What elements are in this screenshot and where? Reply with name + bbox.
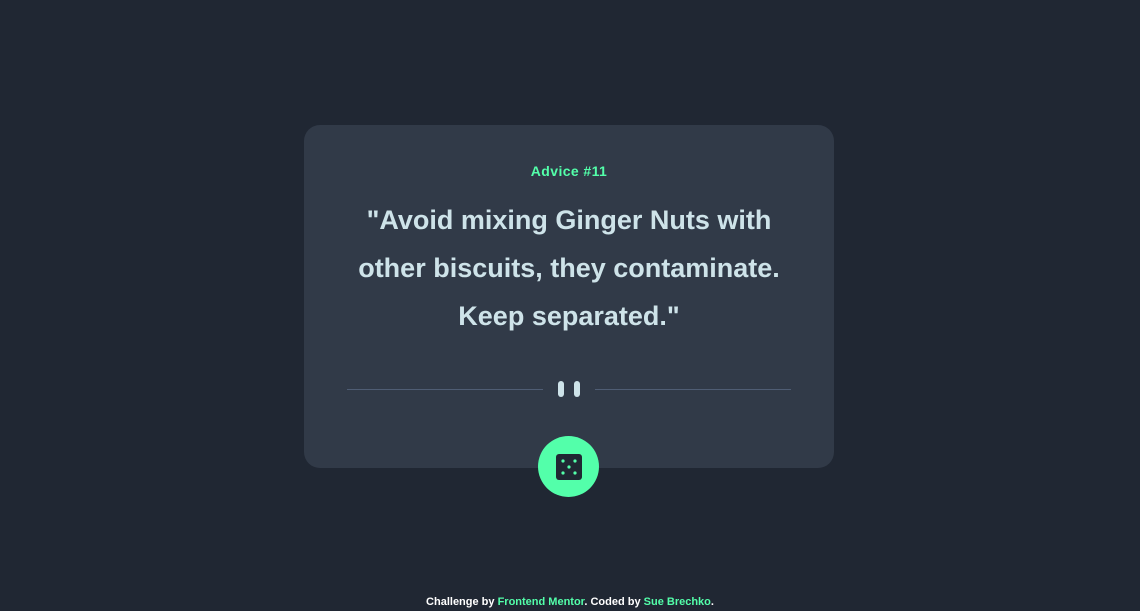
divider-line-right	[595, 389, 791, 390]
advice-id-label: Advice #11	[530, 163, 608, 179]
new-advice-button[interactable]	[538, 436, 599, 497]
dice-icon	[555, 453, 582, 480]
advice-quote: "Avoid mixing Ginger Nuts with other bis…	[358, 205, 780, 331]
footer-prefix: Challenge by	[426, 596, 498, 608]
footer-attribution: Challenge by Frontend Mentor. Coded by S…	[0, 596, 1140, 608]
advice-card: Advice #11 "Avoid mixing Ginger Nuts wit…	[304, 125, 834, 497]
footer-suffix: .	[710, 596, 714, 608]
footer-middle: . Coded by	[584, 596, 644, 608]
frontend-mentor-link[interactable]: Frontend Mentor	[498, 596, 585, 608]
pause-icon	[558, 381, 580, 397]
author-link[interactable]: Sue Brechko	[644, 596, 711, 608]
divider-line-left	[347, 389, 543, 390]
divider	[347, 381, 791, 397]
